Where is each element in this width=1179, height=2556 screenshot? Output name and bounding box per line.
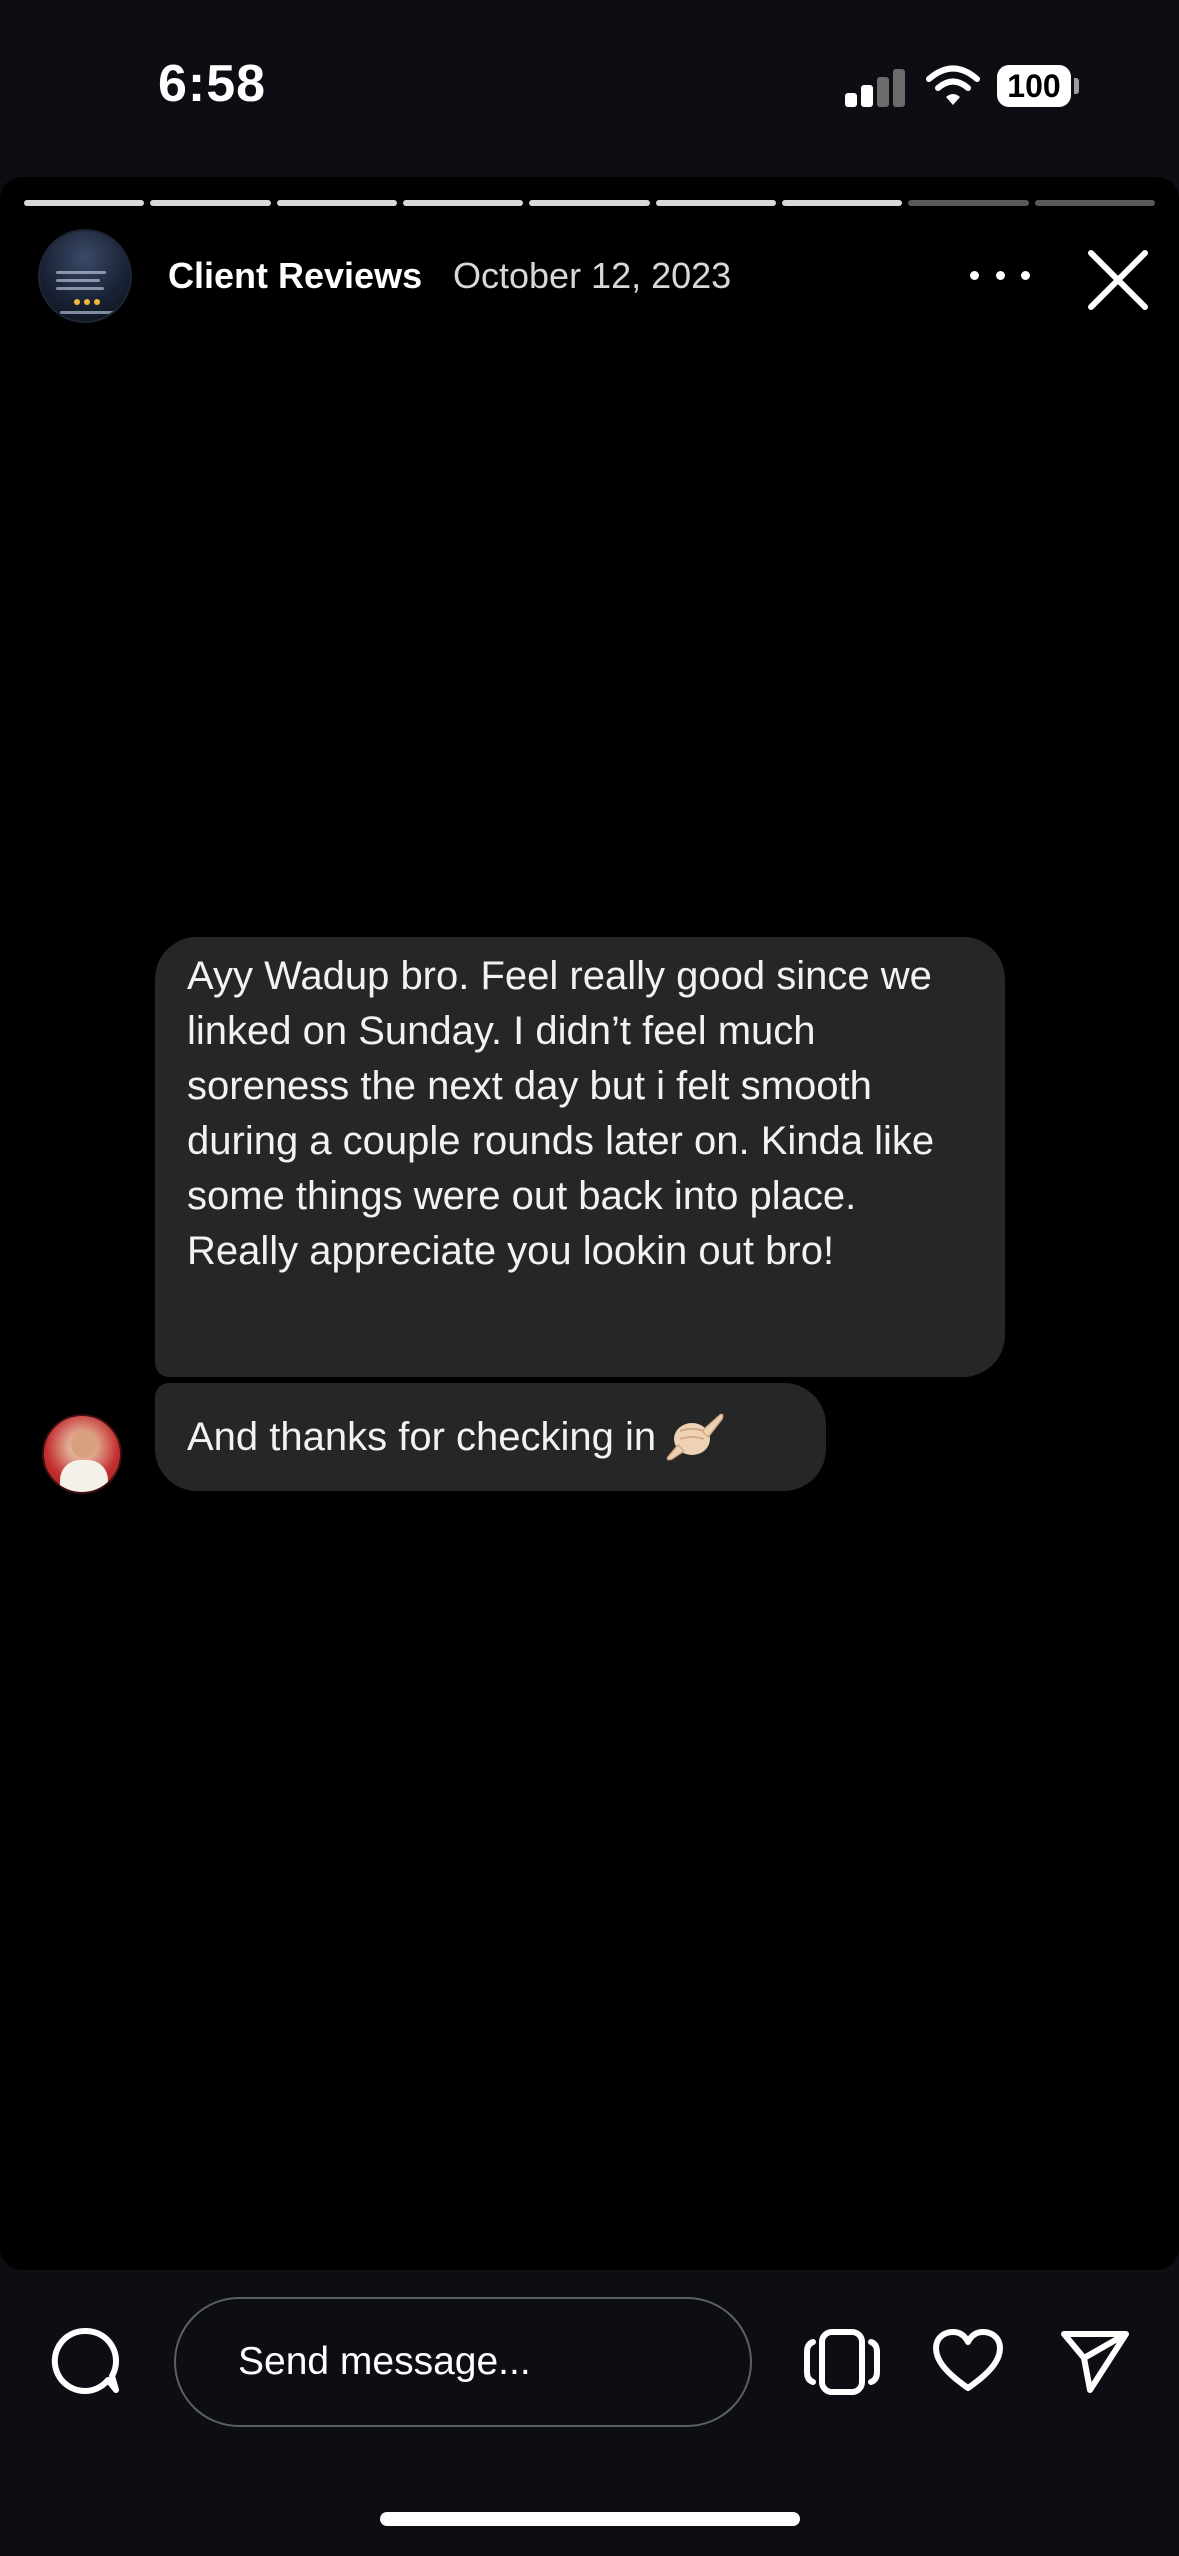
send-message-input[interactable] <box>174 2297 752 2427</box>
progress-segment <box>781 200 903 206</box>
message-bubble: Ayy Wadup bro. Feel really good since we… <box>155 937 1005 1377</box>
sender-avatar <box>42 1414 122 1494</box>
message-bubble: And thanks for checking in <box>155 1383 826 1491</box>
progress-segment <box>402 200 524 206</box>
progress-segment <box>276 200 397 206</box>
progress-segment <box>1034 200 1155 206</box>
wifi-icon <box>926 65 980 105</box>
progress-segment <box>529 200 650 206</box>
battery-level: 100 <box>997 65 1071 107</box>
status-bar: 6:58 100 <box>0 0 1179 175</box>
story-viewer-screen: 6:58 100 Client Reviews October 12, 2023… <box>0 0 1179 2556</box>
profile-avatar[interactable] <box>38 229 132 323</box>
message-text: And thanks for checking in <box>187 1415 657 1459</box>
progress-segment <box>655 200 776 206</box>
comment-icon[interactable] <box>50 2326 120 2396</box>
shaka-icon <box>666 1414 724 1461</box>
story-username[interactable]: Client Reviews <box>168 255 422 297</box>
close-icon[interactable] <box>1085 247 1151 313</box>
story-date: October 12, 2023 <box>453 255 732 296</box>
progress-segment <box>150 200 271 206</box>
battery-icon: 100 <box>997 65 1079 107</box>
progress-segment <box>24 200 145 206</box>
story-header: Client Reviews October 12, 2023 <box>0 227 1179 347</box>
story-content[interactable]: Client Reviews October 12, 2023 Ayy Wadu… <box>0 177 1179 2270</box>
status-time: 6:58 <box>158 55 267 113</box>
more-options-icon[interactable] <box>970 263 1030 287</box>
progress-segment <box>908 200 1029 206</box>
heart-icon[interactable] <box>932 2328 1004 2394</box>
cellular-signal-icon <box>845 67 905 107</box>
reply-bar <box>0 2270 1179 2460</box>
home-indicator[interactable] <box>380 2512 800 2526</box>
share-icon[interactable] <box>1060 2328 1130 2394</box>
effects-icon[interactable] <box>804 2328 880 2396</box>
story-progress-bar <box>24 200 1155 206</box>
